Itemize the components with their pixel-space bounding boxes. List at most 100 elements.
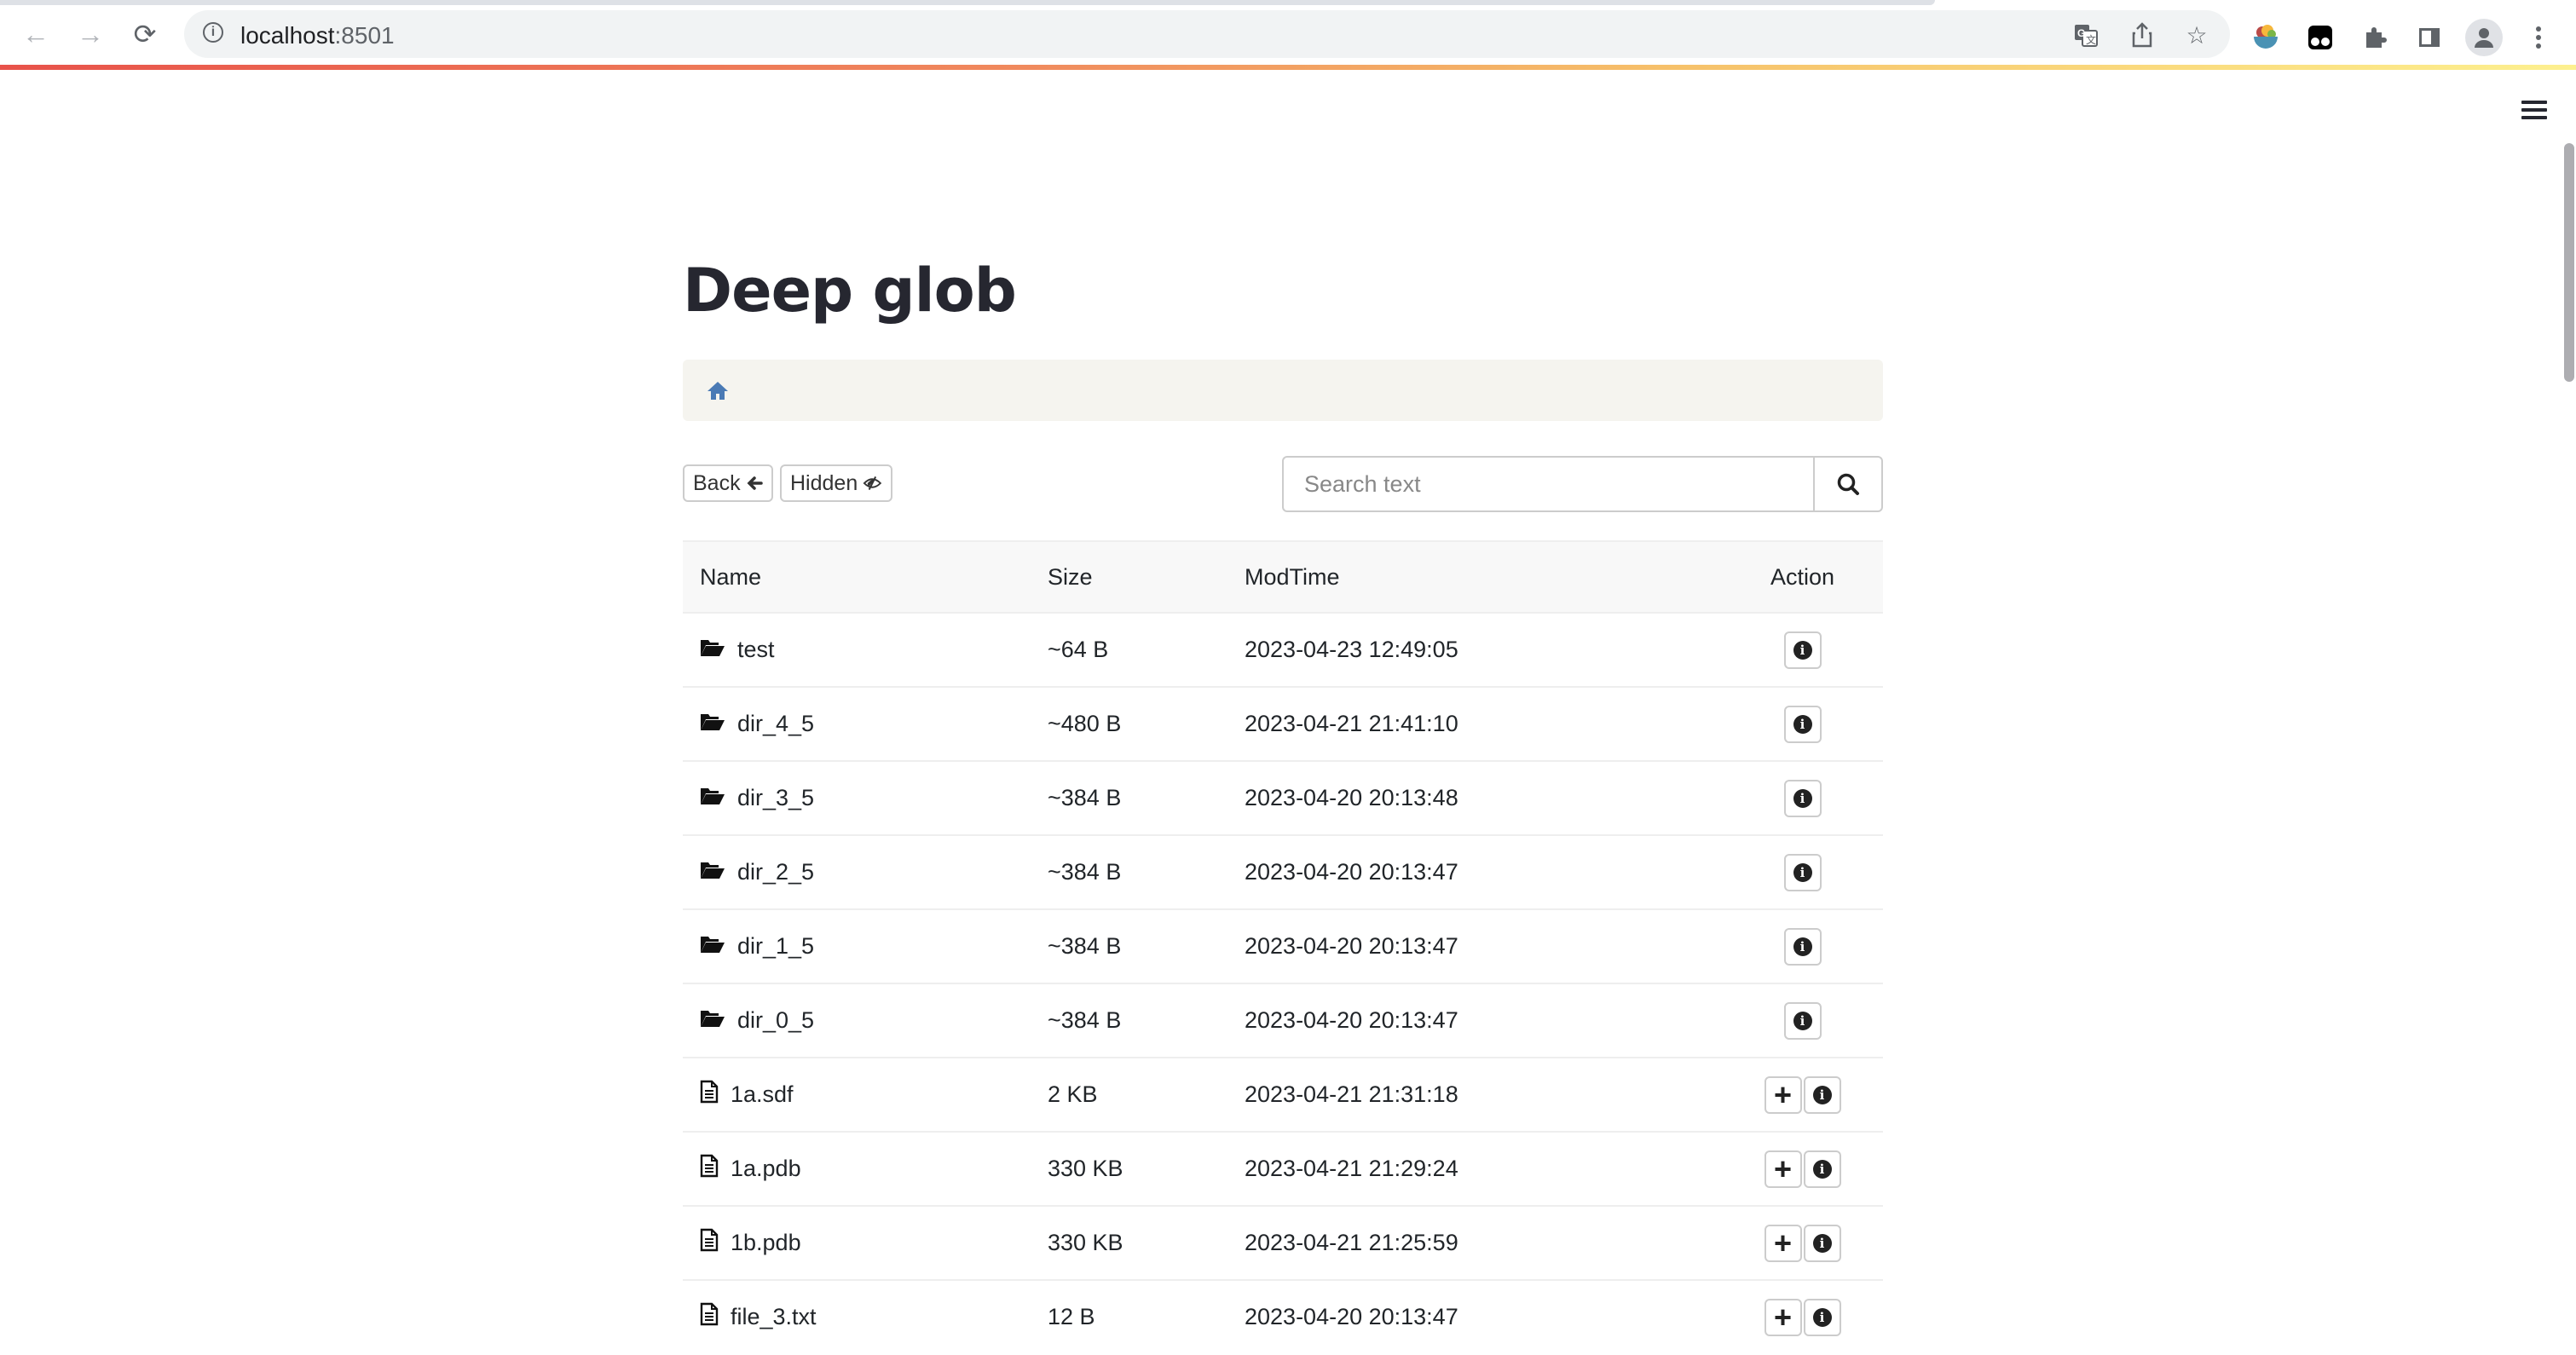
info-button[interactable]: i	[1803, 1224, 1841, 1262]
entry-name[interactable]: dir_4_5	[737, 711, 814, 737]
entry-size: 330 KB	[1031, 1131, 1227, 1206]
folder-open-icon	[700, 637, 725, 663]
plus-icon: +	[1773, 1299, 1793, 1335]
entry-name[interactable]: 1a.sdf	[731, 1081, 794, 1108]
plus-icon: +	[1773, 1076, 1793, 1112]
entry-modtime: 2023-04-21 21:41:10	[1227, 686, 1722, 761]
extensions-puzzle-icon[interactable]	[2359, 22, 2390, 53]
info-button[interactable]: i	[1783, 631, 1822, 669]
entry-size: 330 KB	[1031, 1205, 1227, 1280]
entry-name[interactable]: dir_1_5	[737, 933, 814, 960]
info-button[interactable]: i	[1783, 779, 1822, 817]
info-button[interactable]: i	[1803, 1150, 1841, 1188]
info-button[interactable]: i	[1803, 1298, 1841, 1336]
file-table: Name Size ModTime Action test ~64 B 2023…	[683, 540, 1883, 1353]
entry-size: ~480 B	[1031, 686, 1227, 761]
column-header-name[interactable]: Name	[683, 540, 1031, 613]
entry-size: ~384 B	[1031, 908, 1227, 983]
file-text-icon	[700, 1154, 719, 1184]
extension-tampermonkey-icon[interactable]	[2305, 22, 2336, 53]
table-row: 1b.pdb 330 KB 2023-04-21 21:25:59 + i	[683, 1205, 1883, 1280]
entry-actions: + i	[1722, 1131, 1883, 1206]
info-button[interactable]: i	[1783, 927, 1822, 966]
entry-name[interactable]: test	[737, 637, 775, 663]
bookmark-star-icon[interactable]: ☆	[2182, 20, 2211, 49]
breadcrumb	[683, 360, 1883, 421]
search-box	[1282, 456, 1883, 512]
address-bar[interactable]: i localhost:8501 G文 ☆	[184, 10, 2230, 58]
table-row: dir_0_5 ~384 B 2023-04-20 20:13:47 i	[683, 983, 1883, 1058]
entry-name[interactable]: dir_2_5	[737, 859, 814, 885]
back-icon[interactable]: ←	[19, 17, 53, 51]
info-circle-icon: i	[1812, 1307, 1832, 1327]
table-row: dir_2_5 ~384 B 2023-04-20 20:13:47 i	[683, 834, 1883, 909]
info-button[interactable]: i	[1783, 853, 1822, 891]
entry-name[interactable]: dir_3_5	[737, 785, 814, 811]
profile-icon[interactable]	[2465, 19, 2503, 56]
info-button[interactable]: i	[1783, 705, 1822, 743]
more-menu-icon[interactable]	[2523, 22, 2554, 53]
search-button[interactable]	[1813, 458, 1881, 510]
search-input[interactable]	[1284, 458, 1813, 510]
entry-actions: + i	[1722, 1057, 1883, 1132]
entry-name[interactable]: file_3.txt	[731, 1304, 817, 1330]
url-port: :8501	[334, 22, 395, 49]
entry-size: ~64 B	[1031, 612, 1227, 687]
share-icon[interactable]	[2128, 20, 2157, 49]
entry-actions: + i	[1722, 1279, 1883, 1353]
file-text-icon	[700, 1080, 719, 1110]
table-row: dir_3_5 ~384 B 2023-04-20 20:13:48 i	[683, 760, 1883, 835]
table-row: 1a.pdb 330 KB 2023-04-21 21:29:24 + i	[683, 1131, 1883, 1206]
eye-slash-icon	[863, 476, 882, 491]
back-button-label: Back	[693, 470, 741, 495]
info-circle-icon: i	[1793, 714, 1812, 734]
entry-name[interactable]: 1b.pdb	[731, 1230, 801, 1256]
svg-text:G: G	[2077, 27, 2085, 39]
site-info-icon[interactable]: i	[203, 22, 223, 43]
side-panel-icon[interactable]	[2414, 22, 2445, 53]
column-header-action: Action	[1722, 540, 1883, 613]
entry-modtime: 2023-04-21 21:25:59	[1227, 1205, 1722, 1280]
info-circle-icon: i	[1812, 1085, 1832, 1104]
info-button[interactable]: i	[1803, 1075, 1841, 1114]
entry-actions: i	[1722, 760, 1883, 835]
hidden-button-label: Hidden	[790, 470, 858, 495]
folder-open-icon	[700, 859, 725, 885]
page-loading-bar	[0, 65, 2576, 70]
file-text-icon	[700, 1302, 719, 1332]
entry-size: 12 B	[1031, 1279, 1227, 1353]
folder-open-icon	[700, 785, 725, 811]
hidden-toggle-button[interactable]: Hidden	[780, 464, 892, 502]
home-icon[interactable]	[707, 380, 729, 401]
main-menu-button[interactable]	[2521, 101, 2547, 119]
column-header-modtime[interactable]: ModTime	[1227, 540, 1722, 613]
entry-size: ~384 B	[1031, 760, 1227, 835]
add-button[interactable]: +	[1764, 1075, 1802, 1114]
entry-modtime: 2023-04-20 20:13:47	[1227, 1279, 1722, 1353]
reload-icon[interactable]: ⟳	[128, 17, 162, 51]
translate-icon[interactable]: G文	[2071, 20, 2100, 49]
arrow-left-icon	[747, 476, 763, 490]
add-button[interactable]: +	[1764, 1224, 1802, 1262]
browser-toolbar: ← → ⟳ i localhost:8501 G文 ☆	[0, 5, 2576, 65]
entry-modtime: 2023-04-20 20:13:47	[1227, 983, 1722, 1058]
url-host: localhost	[240, 22, 335, 49]
folder-open-icon	[700, 1007, 725, 1034]
table-row: test ~64 B 2023-04-23 12:49:05 i	[683, 612, 1883, 687]
entry-name[interactable]: dir_0_5	[737, 1007, 814, 1034]
page-scrollbar[interactable]	[2564, 143, 2574, 382]
add-button[interactable]: +	[1764, 1298, 1802, 1336]
add-button[interactable]: +	[1764, 1150, 1802, 1188]
extension-bowl-icon[interactable]	[2250, 22, 2281, 53]
folder-open-icon	[700, 933, 725, 960]
table-row: dir_4_5 ~480 B 2023-04-21 21:41:10 i	[683, 686, 1883, 761]
back-button[interactable]: Back	[683, 464, 773, 502]
info-circle-icon: i	[1793, 862, 1812, 882]
url-text[interactable]: localhost:8501	[240, 22, 395, 49]
forward-icon[interactable]: →	[73, 17, 107, 51]
entry-name[interactable]: 1a.pdb	[731, 1156, 801, 1182]
column-header-size[interactable]: Size	[1031, 540, 1227, 613]
info-button[interactable]: i	[1783, 1001, 1822, 1040]
info-circle-icon: i	[1793, 788, 1812, 808]
svg-text:文: 文	[2086, 33, 2096, 46]
